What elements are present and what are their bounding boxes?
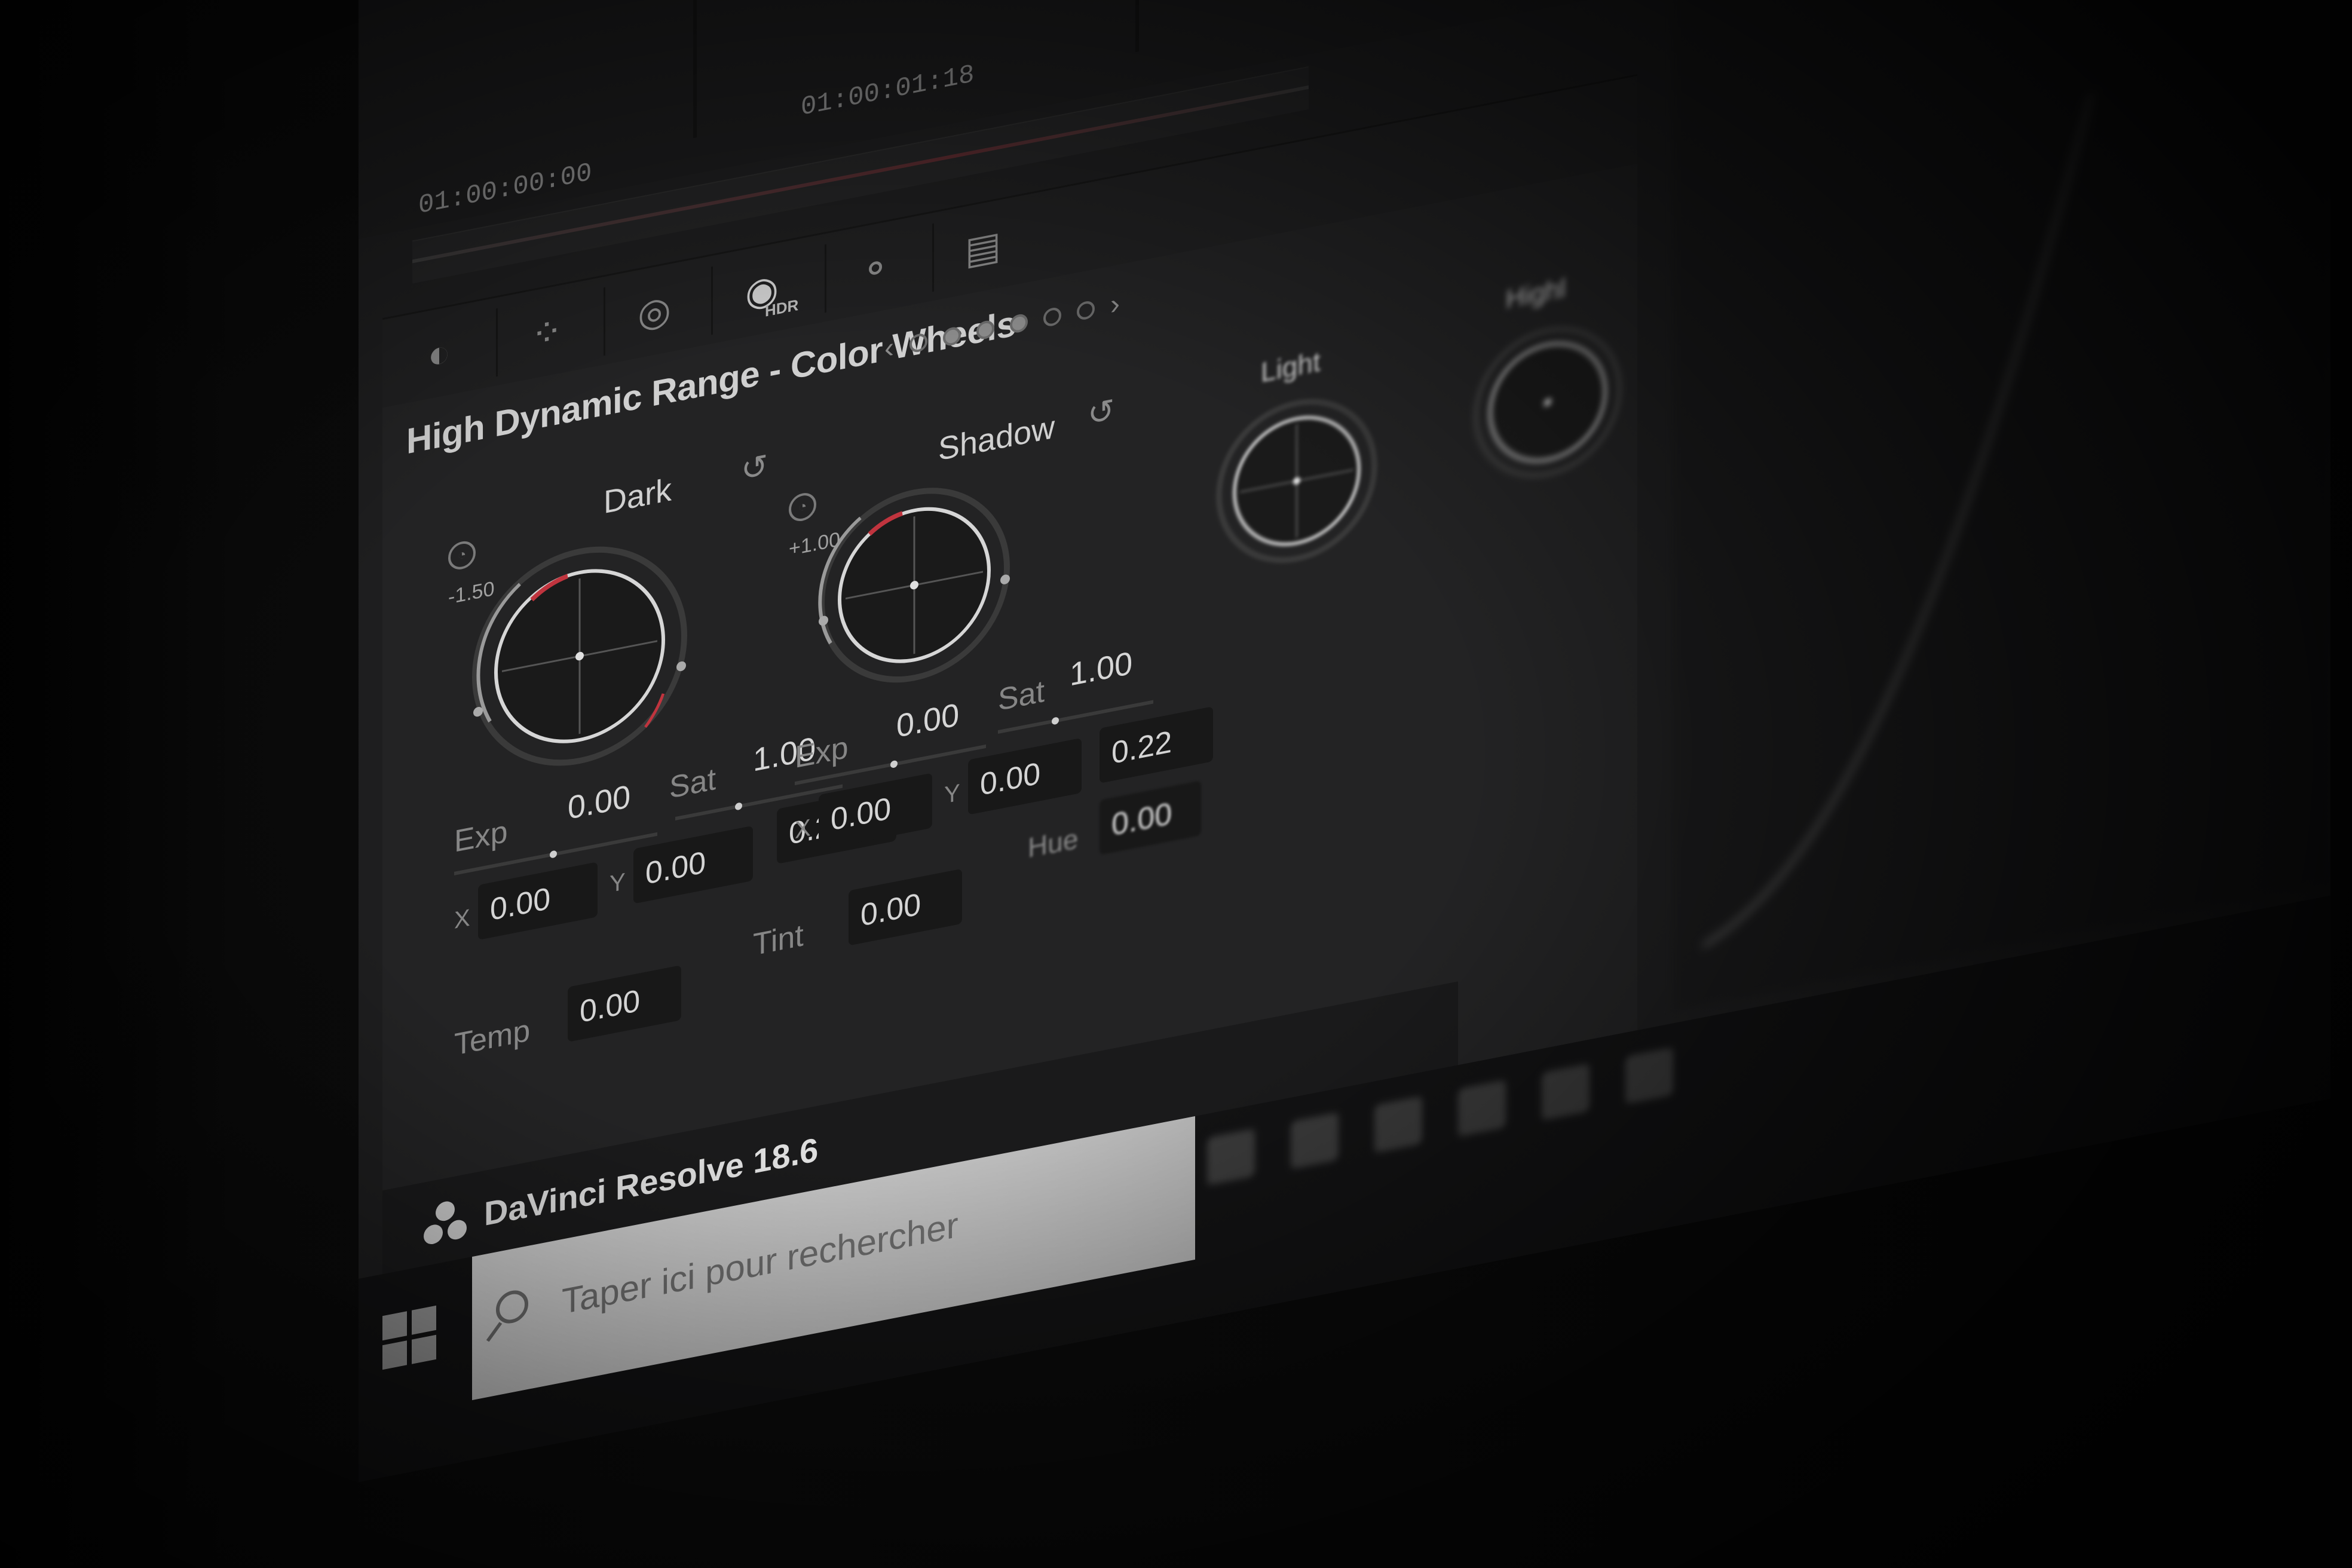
tint-label: Tint [753,918,804,963]
chevron-left-icon[interactable]: ‹ [884,331,894,366]
slider-knob[interactable] [735,802,742,811]
dark-exp-value[interactable]: 0.00 [568,778,630,827]
tint-field[interactable]: 0.00 [849,868,962,946]
divider [711,266,713,335]
shadow-y-field[interactable]: 0.00 [968,737,1082,815]
temp-label: Temp [454,1013,531,1062]
pager-dot[interactable] [976,318,994,341]
dark-wheel-label: Dark [604,471,672,521]
dark-y-field[interactable]: 0.00 [633,825,753,904]
shadow-color-wheel[interactable] [813,464,1016,706]
shadow-exp-value[interactable]: 0.00 [896,696,959,745]
app-icon[interactable] [1374,1096,1422,1153]
viewer-divider [693,0,697,139]
slider-knob[interactable] [890,760,898,769]
highlight-wheel-label: Highl [1506,273,1566,314]
color-match-icon[interactable]: ⁘ [514,293,580,372]
curves-panel [1673,0,2330,1012]
light-wheel-label: Light [1261,345,1321,388]
dark-reset-icon[interactable]: ↺ [741,446,768,489]
pager-dot[interactable] [1043,305,1061,327]
camera-raw-icon[interactable]: ◐ [406,314,472,393]
app-icon[interactable] [1291,1112,1339,1169]
dark-sat-label: Sat [669,761,716,806]
dark-y-label: Y [610,868,626,898]
highlight-color-wheel[interactable] [1470,310,1625,495]
pager-dot[interactable] [909,332,927,354]
dark-x-label: X [454,904,470,934]
curve-graph[interactable] [1673,0,2330,1011]
hue-field[interactable]: 0.00 [1100,780,1201,855]
motion-effects-icon[interactable]: ▤ [950,209,1016,287]
hdr-wheels-icon[interactable]: ◉ [729,252,795,330]
app-icon[interactable] [1458,1079,1506,1137]
viewer-divider [1135,0,1139,53]
pager-dot[interactable] [1076,299,1095,321]
shadow-y-label: Y [944,779,960,809]
slider-knob[interactable] [1052,716,1059,725]
pager-dot[interactable] [942,325,961,347]
divider [604,287,605,356]
shadow-sat-label: Sat [998,673,1045,718]
shadow-x-field[interactable]: 0.00 [819,773,932,850]
shadow-sat-value[interactable]: 1.00 [1070,644,1132,693]
rgb-mixer-icon[interactable]: ⚬ [843,229,908,308]
app-icon[interactable] [1542,1063,1590,1121]
app-icon[interactable] [1625,1047,1673,1104]
search-icon [496,1287,528,1327]
dark-x-field[interactable]: 0.00 [478,862,598,941]
slider-knob[interactable] [550,850,557,859]
dark-color-wheel[interactable] [466,520,693,792]
chevron-right-icon[interactable]: › [1110,287,1120,321]
dark-exp-label: Exp [454,814,508,859]
light-color-wheel[interactable] [1213,381,1380,581]
davinci-logo-icon [424,1201,467,1245]
divider [825,244,826,313]
shadow-reset-icon[interactable]: ↺ [1088,391,1114,434]
hue-label: Hue [1028,822,1079,864]
temp-field[interactable]: 0.00 [568,965,681,1042]
taskview-icon[interactable] [1207,1128,1255,1186]
light-wheel-group: Light [1189,301,1488,777]
windows-start-icon[interactable] [382,1305,436,1370]
highlight-wheel-group: Highl [1458,236,1697,701]
shadow-wheel-label: Shadow [938,409,1055,468]
divider [932,223,934,292]
shadow-x-label: X [795,814,811,844]
pager-dot[interactable] [1009,312,1028,334]
divider [496,308,498,377]
primaries-wheels-icon[interactable]: ◎ [621,272,687,351]
